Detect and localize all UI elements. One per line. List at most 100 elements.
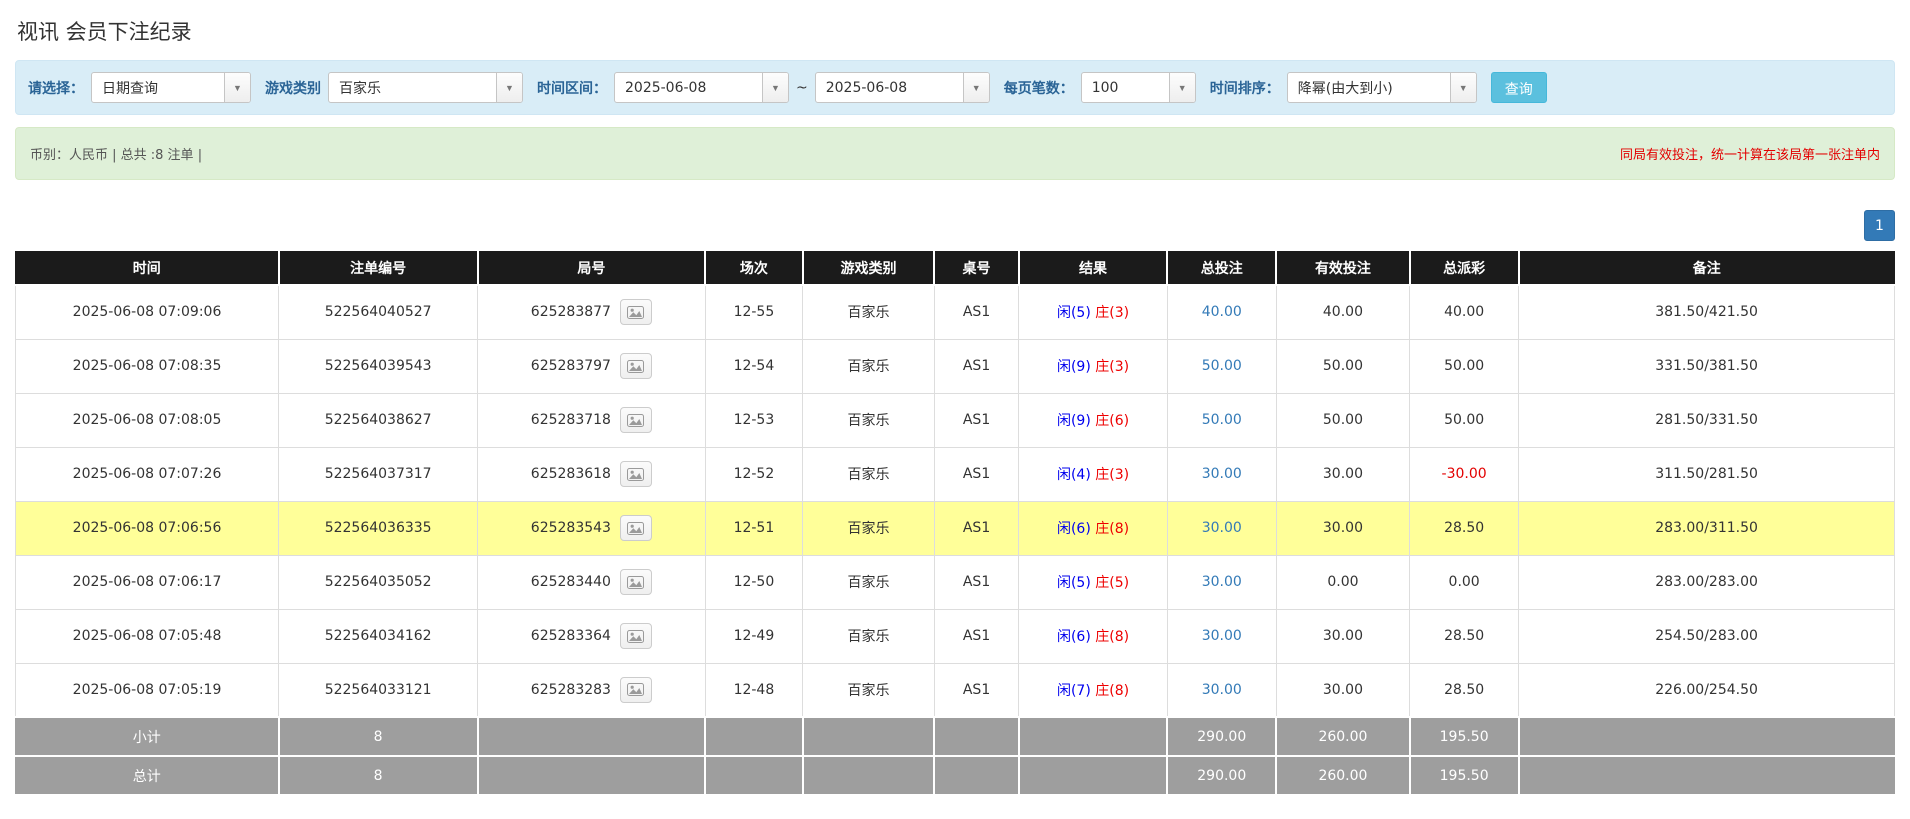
game-type-label: 游戏类别 bbox=[265, 78, 321, 98]
cell-note: 283.00/283.00 bbox=[1519, 555, 1895, 609]
round-id-text: 625283877 bbox=[531, 304, 611, 320]
column-header: 场次 bbox=[705, 250, 803, 285]
column-header: 时间 bbox=[16, 250, 279, 285]
result-banker: 庄(3) bbox=[1095, 467, 1129, 483]
round-id-text: 625283618 bbox=[531, 466, 611, 482]
chevron-down-icon[interactable]: ▼ bbox=[963, 73, 989, 102]
summary-valid-bet: 260.00 bbox=[1276, 717, 1409, 756]
cell-bet-id: 522564035052 bbox=[279, 555, 478, 609]
total-bet-link[interactable]: 50.00 bbox=[1202, 358, 1242, 374]
cell-payout: 50.00 bbox=[1410, 339, 1519, 393]
chevron-down-icon[interactable]: ▼ bbox=[496, 73, 522, 102]
result-banker: 庄(8) bbox=[1095, 521, 1129, 537]
cell-total-bet: 30.00 bbox=[1167, 555, 1276, 609]
payout-value: 28.50 bbox=[1444, 520, 1484, 536]
cell-session: 12-54 bbox=[705, 339, 803, 393]
cell-valid-bet: 30.00 bbox=[1276, 501, 1409, 555]
cell-payout: 28.50 bbox=[1410, 663, 1519, 717]
page-1-button[interactable]: 1 bbox=[1864, 210, 1895, 241]
date-from-select[interactable]: 2025-06-08 ▼ bbox=[614, 72, 789, 103]
page-size-group: 每页笔数： 100 ▼ bbox=[1004, 72, 1196, 103]
bet-records-table: 时间注单编号局号场次游戏类别桌号结果总投注有效投注总派彩备注 2025-06-0… bbox=[15, 249, 1895, 796]
cell-note: 254.50/283.00 bbox=[1519, 609, 1895, 663]
cell-time: 2025-06-08 07:08:35 bbox=[16, 339, 279, 393]
cell-table-no: AS1 bbox=[934, 663, 1019, 717]
round-detail-button[interactable] bbox=[620, 353, 652, 379]
image-icon bbox=[627, 630, 644, 643]
game-type-select[interactable]: 百家乐 ▼ bbox=[328, 72, 523, 103]
image-icon bbox=[627, 306, 644, 319]
cell-session: 12-51 bbox=[705, 501, 803, 555]
cell-time: 2025-06-08 07:05:19 bbox=[16, 663, 279, 717]
summary-total-bet: 290.00 bbox=[1167, 756, 1276, 795]
date-to-select[interactable]: 2025-06-08 ▼ bbox=[815, 72, 990, 103]
cell-table-no: AS1 bbox=[934, 609, 1019, 663]
total-bet-link[interactable]: 30.00 bbox=[1202, 520, 1242, 536]
chevron-down-icon[interactable]: ▼ bbox=[1450, 73, 1476, 102]
cell-note: 311.50/281.50 bbox=[1519, 447, 1895, 501]
total-bet-link[interactable]: 50.00 bbox=[1202, 412, 1242, 428]
page-size-select[interactable]: 100 ▼ bbox=[1081, 72, 1196, 103]
total-bet-link[interactable]: 30.00 bbox=[1202, 682, 1242, 698]
payout-value: 28.50 bbox=[1444, 682, 1484, 698]
result-player: 闲(4) bbox=[1057, 467, 1091, 483]
column-header: 备注 bbox=[1519, 250, 1895, 285]
date-to-value: 2025-06-08 bbox=[816, 73, 963, 102]
cell-game-type: 百家乐 bbox=[803, 555, 935, 609]
cell-valid-bet: 30.00 bbox=[1276, 663, 1409, 717]
table-row: 2025-06-08 07:07:26522564037317625283618… bbox=[16, 447, 1895, 501]
round-detail-button[interactable] bbox=[620, 677, 652, 703]
total-bet-link[interactable]: 30.00 bbox=[1202, 574, 1242, 590]
result-banker: 庄(3) bbox=[1095, 305, 1129, 321]
summary-count: 8 bbox=[279, 717, 478, 756]
round-detail-button[interactable] bbox=[620, 623, 652, 649]
total-bet-link[interactable]: 40.00 bbox=[1202, 304, 1242, 320]
round-id-text: 625283718 bbox=[531, 412, 611, 428]
chevron-down-icon[interactable]: ▼ bbox=[762, 73, 788, 102]
result-player: 闲(6) bbox=[1057, 629, 1091, 645]
sort-group: 时间排序： 降幂(由大到小) ▼ bbox=[1210, 72, 1477, 103]
result-banker: 庄(8) bbox=[1095, 629, 1129, 645]
total-bet-link[interactable]: 30.00 bbox=[1202, 466, 1242, 482]
payout-value: 50.00 bbox=[1444, 358, 1484, 374]
round-detail-button[interactable] bbox=[620, 299, 652, 325]
chevron-down-icon[interactable]: ▼ bbox=[1169, 73, 1195, 102]
search-button[interactable]: 查询 bbox=[1491, 72, 1547, 103]
query-type-label: 请选择： bbox=[28, 78, 84, 98]
round-id-text: 625283543 bbox=[531, 520, 611, 536]
round-detail-button[interactable] bbox=[620, 461, 652, 487]
cell-table-no: AS1 bbox=[934, 555, 1019, 609]
cell-game-type: 百家乐 bbox=[803, 447, 935, 501]
image-icon bbox=[627, 683, 644, 696]
cell-round-id: 625283718 bbox=[478, 393, 705, 447]
page-title: 视讯 会员下注纪录 bbox=[15, 10, 1895, 60]
round-detail-button[interactable] bbox=[620, 515, 652, 541]
query-type-select[interactable]: 日期查询 ▼ bbox=[91, 72, 251, 103]
cell-round-id: 625283877 bbox=[478, 285, 705, 339]
cell-table-no: AS1 bbox=[934, 393, 1019, 447]
payout-value: -30.00 bbox=[1442, 466, 1487, 482]
cell-time: 2025-06-08 07:08:05 bbox=[16, 393, 279, 447]
cell-bet-id: 522564040527 bbox=[279, 285, 478, 339]
column-header: 总派彩 bbox=[1410, 250, 1519, 285]
cell-game-type: 百家乐 bbox=[803, 501, 935, 555]
cell-total-bet: 30.00 bbox=[1167, 447, 1276, 501]
chevron-down-icon[interactable]: ▼ bbox=[224, 73, 250, 102]
result-banker: 庄(6) bbox=[1095, 413, 1129, 429]
time-range-label: 时间区间： bbox=[537, 78, 607, 98]
cell-bet-id: 522564034162 bbox=[279, 609, 478, 663]
total-bet-link[interactable]: 30.00 bbox=[1202, 628, 1242, 644]
round-id-text: 625283797 bbox=[531, 358, 611, 374]
sort-select[interactable]: 降幂(由大到小) ▼ bbox=[1287, 72, 1477, 103]
result-banker: 庄(8) bbox=[1095, 683, 1129, 699]
column-header: 结果 bbox=[1019, 250, 1167, 285]
valid-bet-notice-text: 同局有效投注，统一计算在该局第一张注单内 bbox=[1620, 144, 1880, 163]
result-player: 闲(5) bbox=[1057, 305, 1091, 321]
payout-value: 28.50 bbox=[1444, 628, 1484, 644]
cell-total-bet: 40.00 bbox=[1167, 285, 1276, 339]
cell-payout: 50.00 bbox=[1410, 393, 1519, 447]
cell-table-no: AS1 bbox=[934, 339, 1019, 393]
round-detail-button[interactable] bbox=[620, 407, 652, 433]
round-detail-button[interactable] bbox=[620, 569, 652, 595]
cell-result: 闲(7) 庄(8) bbox=[1019, 663, 1167, 717]
